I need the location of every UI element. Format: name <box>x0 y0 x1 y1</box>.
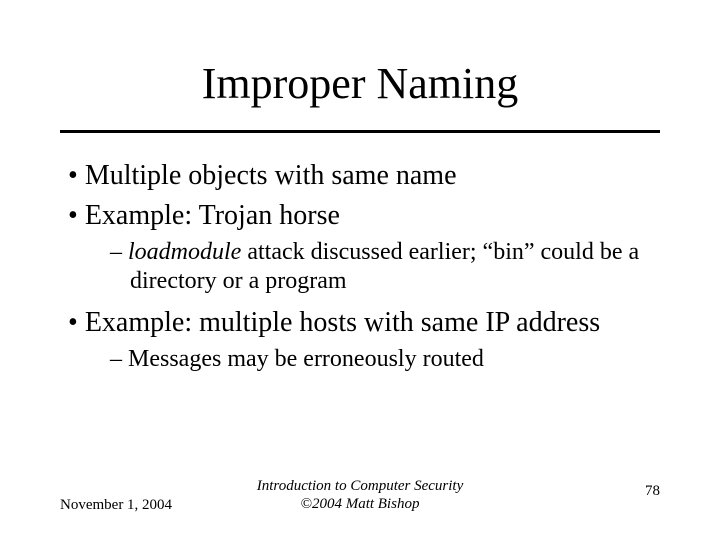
bullet-multiple-objects: Multiple objects with same name <box>60 159 665 193</box>
slide-body: Multiple objects with same name Example:… <box>60 155 665 384</box>
slide-title: Improper Naming <box>0 58 720 109</box>
footer-center: Introduction to Computer Security ©2004 … <box>60 477 660 515</box>
footer-copyright: ©2004 Matt Bishop <box>301 496 420 512</box>
slide: Improper Naming Multiple objects with sa… <box>0 0 720 540</box>
loadmodule-term: loadmodule <box>128 239 241 265</box>
footer-page-number: 78 <box>645 483 660 500</box>
sub-bullet-routing: Messages may be erroneously routed <box>60 345 665 374</box>
sub-bullet-loadmodule: loadmodule attack discussed earlier; “bi… <box>60 238 665 296</box>
bullet-multiple-hosts: Example: multiple hosts with same IP add… <box>60 306 665 340</box>
title-underline <box>60 130 660 133</box>
bullet-trojan-horse: Example: Trojan horse <box>60 199 665 233</box>
footer-title: Introduction to Computer Security <box>257 478 464 494</box>
